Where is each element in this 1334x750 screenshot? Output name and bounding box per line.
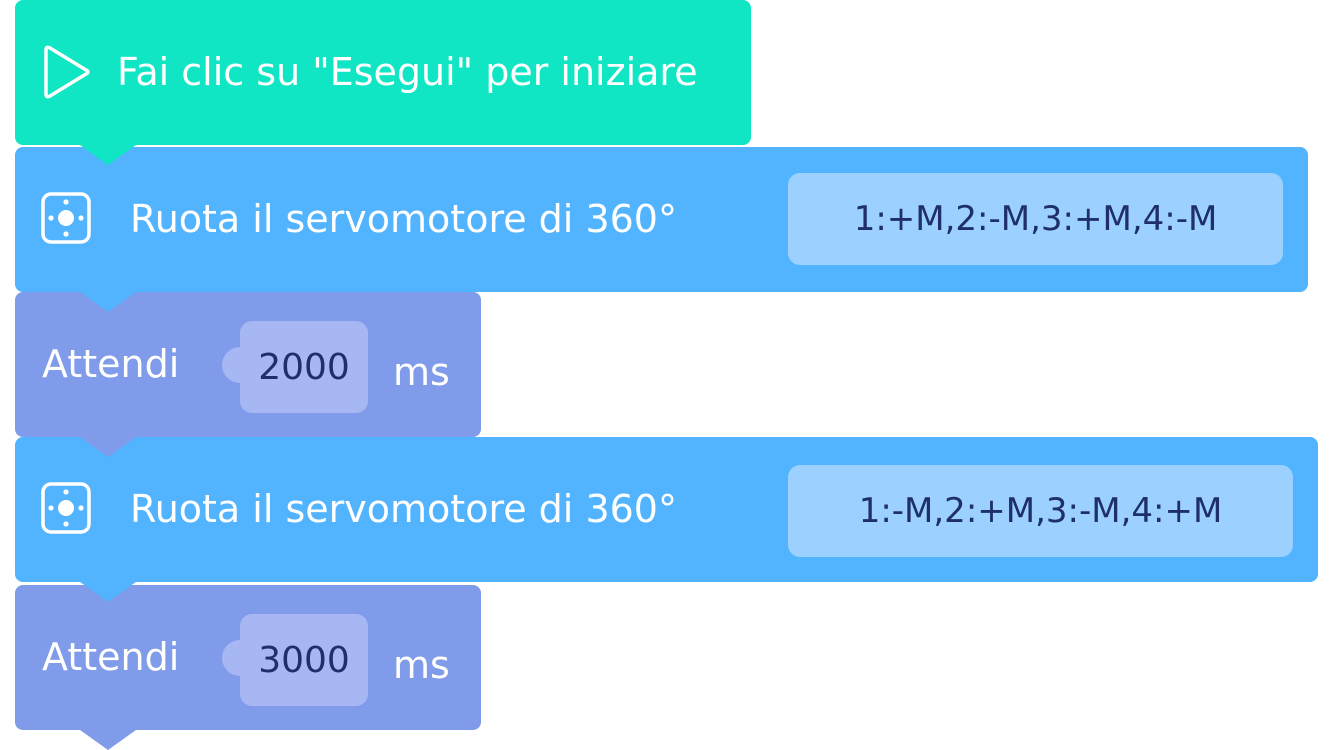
servo-rotate-block[interactable]: Ruota il servomotore di 360° 1:-M,2:+M,3… <box>15 437 1318 582</box>
wait-block-label: Attendi <box>42 635 180 679</box>
wait-block[interactable]: Attendi 3000 ms <box>15 585 481 730</box>
wait-unit-label: ms <box>393 643 450 687</box>
servo-block-label: Ruota il servomotore di 360° <box>130 487 677 531</box>
wait-block-connector <box>80 437 136 457</box>
block-program-canvas: Fai clic su "Esegui" per iniziare Ruota … <box>0 0 1334 750</box>
wait-duration-value: 3000 <box>258 639 350 681</box>
servo-direction-field[interactable]: 1:+M,2:-M,3:+M,4:-M <box>788 173 1283 265</box>
start-block-connector <box>80 145 136 165</box>
wait-duration-value: 2000 <box>258 346 350 388</box>
wait-duration-field[interactable]: 2000 <box>222 321 368 413</box>
play-icon <box>44 45 90 99</box>
wait-block-connector <box>80 730 136 750</box>
wait-duration-field[interactable]: 3000 <box>222 614 368 706</box>
wait-block[interactable]: Attendi 2000 ms <box>15 292 481 437</box>
start-block[interactable]: Fai clic su "Esegui" per iniziare <box>15 0 751 145</box>
servo-icon <box>41 192 91 244</box>
servo-icon <box>41 482 91 534</box>
servo-block-label: Ruota il servomotore di 360° <box>130 197 677 241</box>
start-block-label: Fai clic su "Esegui" per iniziare <box>117 50 698 94</box>
wait-unit-label: ms <box>393 350 450 394</box>
servo-block-connector <box>80 292 136 312</box>
servo-rotate-block[interactable]: Ruota il servomotore di 360° 1:+M,2:-M,3… <box>15 147 1308 292</box>
wait-block-label: Attendi <box>42 342 180 386</box>
servo-block-connector <box>80 582 136 602</box>
servo-direction-field[interactable]: 1:-M,2:+M,3:-M,4:+M <box>788 465 1293 557</box>
